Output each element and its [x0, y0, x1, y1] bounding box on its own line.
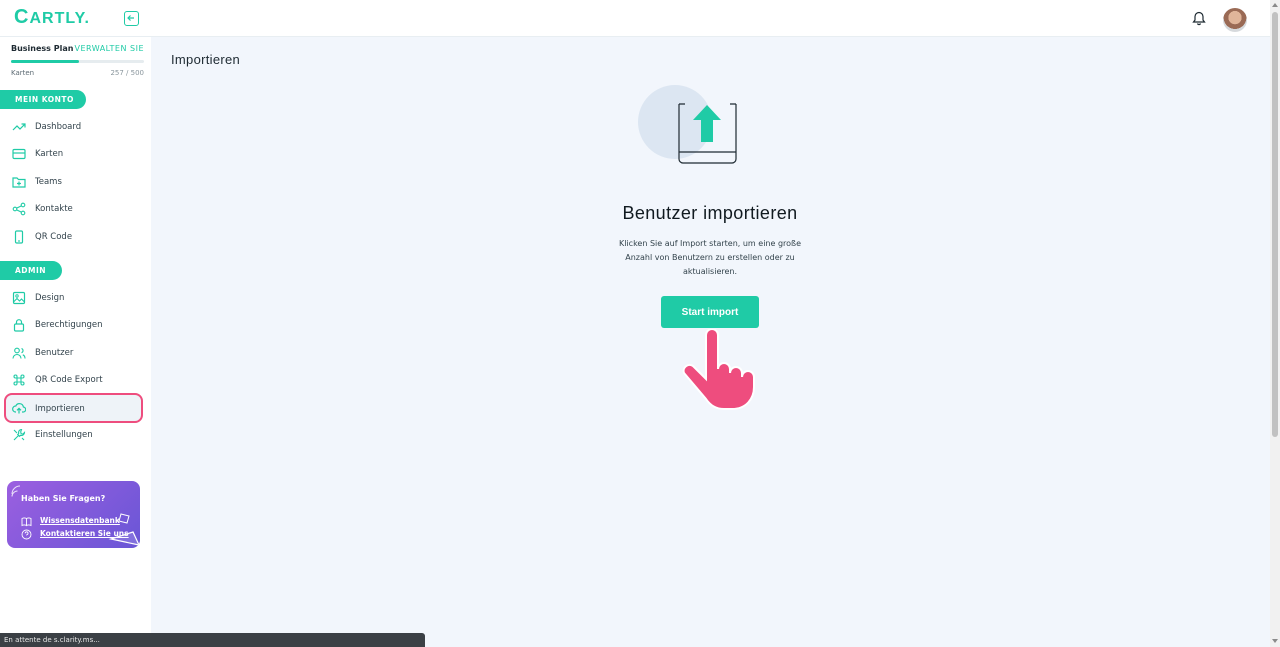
sidebar-item-label: Importieren: [35, 404, 85, 414]
sidebar-item-label: QR Code Export: [35, 375, 103, 385]
import-description: Klicken Sie auf Import starten, um eine …: [618, 239, 801, 276]
sidebar-item-benutzer[interactable]: Benutzer: [4, 341, 143, 367]
help-circle-icon: [21, 529, 32, 540]
sidebar-item-teams[interactable]: Teams: [4, 170, 143, 196]
help-title: Haben Sie Fragen?: [21, 494, 106, 503]
sidebar-item-karten[interactable]: Karten: [4, 142, 143, 168]
image-icon: [12, 291, 26, 305]
phone-icon: [14, 230, 24, 244]
scroll-up-arrow[interactable]: [1272, 3, 1278, 7]
users-icon: [12, 347, 26, 359]
cards-count: 257 / 500: [110, 69, 144, 77]
start-import-button[interactable]: Start import: [661, 296, 759, 328]
sidebar: Business Plan VERWALTEN SIE Karten 257 /…: [0, 37, 151, 647]
sidebar-item-berechtigungen[interactable]: Berechtigungen: [4, 313, 143, 339]
sidebar-item-importieren[interactable]: Importieren: [4, 393, 143, 423]
bell-icon[interactable]: [1192, 11, 1206, 26]
sidebar-item-label: Einstellungen: [35, 430, 93, 440]
plan-name: Business Plan: [11, 44, 74, 53]
sidebar-collapse-button[interactable]: [124, 11, 139, 26]
section-my-account: MEIN KONTO: [0, 90, 86, 109]
sidebar-item-label: Benutzer: [35, 348, 74, 358]
lock-icon: [13, 319, 25, 332]
sidebar-item-label: Berechtigungen: [35, 320, 103, 330]
main-content: Importieren Benutzer importieren Klicken…: [151, 37, 1270, 647]
browser-status-bar: En attente de s.clarity.ms...: [0, 633, 425, 647]
sidebar-item-dashboard[interactable]: Dashboard: [4, 115, 143, 141]
cards-usage-row: Karten 257 / 500: [11, 69, 144, 77]
page-title: Importieren: [171, 52, 241, 67]
pointing-hand-icon: [682, 329, 755, 410]
page-scrollbar[interactable]: [1270, 0, 1280, 647]
sidebar-item-qr-code[interactable]: QR Code: [4, 225, 143, 251]
card-usage-progress: [11, 60, 144, 63]
sidebar-item-einstellungen[interactable]: Einstellungen: [4, 423, 143, 449]
upload-cloud-icon: [12, 403, 26, 414]
arrow-left-icon: [127, 15, 134, 21]
sidebar-item-label: QR Code: [35, 232, 73, 242]
tools-icon: [13, 428, 26, 441]
cartly-logo[interactable]: CARTLY.: [14, 7, 90, 28]
sidebar-item-label: Karten: [35, 149, 64, 159]
import-heading: Benutzer importieren: [622, 203, 798, 223]
sidebar-item-kontakte[interactable]: Kontakte: [4, 197, 143, 223]
scroll-down-arrow[interactable]: [1272, 639, 1278, 643]
credit-card-icon: [12, 148, 26, 160]
sidebar-item-design[interactable]: Design: [4, 286, 143, 312]
command-icon: [13, 374, 25, 386]
sidebar-item-label: Design: [35, 293, 65, 303]
sidebar-item-label: Dashboard: [35, 122, 82, 132]
folder-plus-icon: [12, 177, 26, 188]
sidebar-item-label: Kontakte: [35, 204, 73, 214]
user-avatar[interactable]: [1223, 8, 1247, 32]
top-bar: CARTLY.: [0, 0, 1270, 37]
sidebar-item-qr-code-export[interactable]: QR Code Export: [4, 368, 143, 394]
sidebar-item-label: Teams: [35, 177, 62, 187]
manage-plan-link[interactable]: VERWALTEN SIE: [74, 44, 144, 53]
book-icon: [21, 517, 32, 527]
paper-plane-decoration: [108, 513, 140, 546]
trending-up-icon: [12, 123, 26, 131]
help-card: Haben Sie Fragen? Wissensdatenbank Konta…: [7, 481, 140, 548]
upload-illustration: [638, 85, 737, 164]
card-usage-progress-fill: [11, 60, 80, 63]
share-icon: [12, 202, 26, 216]
section-admin: ADMIN: [0, 261, 62, 280]
plan-row: Business Plan VERWALTEN SIE: [11, 44, 144, 53]
scroll-thumb[interactable]: [1272, 12, 1278, 437]
cards-label: Karten: [11, 69, 35, 77]
